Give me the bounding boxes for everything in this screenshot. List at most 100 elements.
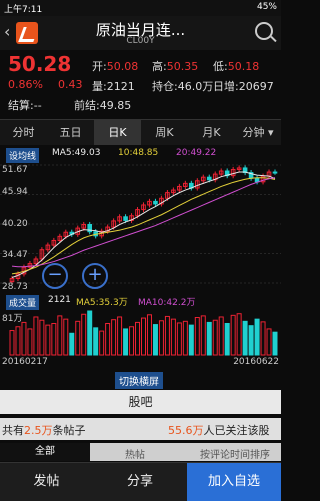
volume-bar [200,315,206,356]
post-filter-bar: 全部 热帖 按评论时间排序 [0,443,281,461]
sort-select[interactable]: 按评论时间排序 [200,446,270,461]
y-tick-label: 28.73 [2,282,28,292]
volume-bar [21,321,27,356]
contract-code: CL00Y [126,36,155,46]
search-icon[interactable] [255,22,273,40]
volume-bar [63,318,69,356]
change-value: 0.43 [58,78,83,91]
volume-bar [176,322,182,356]
volume-bar [141,317,146,356]
volume-bar [152,324,158,356]
volume-bar [170,318,176,356]
volume-bar [254,318,260,356]
volume-quote: 量:2121 [92,80,135,93]
change-percent: 0.86% [8,78,43,91]
zoom-in-button[interactable]: + [82,263,108,289]
hold-quote: 持仓:46.0万 [152,80,214,93]
volume-bar [135,321,141,356]
volume-bar [105,322,111,356]
volume-bar [188,324,194,356]
status-bar: 上午7:11 45% [0,0,281,16]
tab-weekly-k[interactable]: 周K [141,120,188,145]
post-button[interactable]: 发帖 [0,463,93,501]
ma-line-ma10 [11,177,276,275]
volume-bar [93,327,99,356]
volume-bar [212,319,218,356]
tab-five-day[interactable]: 五日 [47,120,94,145]
prev-settle-quote: 前结:49.85 [74,99,132,112]
settle-quote: 结算:-- [8,99,42,112]
forum-stats: 共有2.5万条帖子 55.6万人已关注该股 [0,418,281,440]
y-tick-label: 40.20 [2,219,28,229]
tab-minute[interactable]: 分钟 ▾ [235,120,281,145]
volume-value: 2121 [48,295,71,305]
bottom-action-bar: 发帖 分享 加入自选 [0,462,281,501]
ma20-legend: 20:49.22 [176,148,217,158]
volume-bar [15,326,21,356]
volume-bar [182,320,188,356]
candle [123,216,128,221]
toggle-row: 切换横屏 [0,372,281,389]
volume-bar [9,330,15,356]
volume-bar [194,317,200,356]
high-quote: 高:50.35 [152,60,199,73]
volume-bar [248,325,254,356]
volume-bar [123,328,129,356]
daily-add-quote: 日增:20697 [213,80,274,93]
volume-bar [146,314,152,356]
volume-bar [158,320,164,356]
followers-stat: 55.6万人已关注该股 [168,424,270,437]
tab-timeshare[interactable]: 分时 [0,120,47,145]
volume-bar [87,310,93,356]
tab-daily-k[interactable]: 日K [94,120,141,145]
chevron-down-icon: ▾ [264,126,274,139]
add-watchlist-button[interactable]: 加入自选 [187,463,281,501]
volume-bar [224,322,230,356]
volume-bar [266,328,272,356]
app-header: ‹ 原油当月连... CL00Y [0,16,281,50]
volume-ma10: MA10:42.2万 [138,298,196,308]
end-date: 20160622 [233,357,279,367]
filter-hot-tab[interactable]: 热帖 [125,446,145,461]
volume-bar [69,332,75,356]
low-quote: 低:50.18 [213,60,260,73]
volume-bar [81,313,87,356]
volume-bar [230,314,236,356]
ma10-legend: 10:48.85 [118,148,159,158]
volume-bar [117,316,123,356]
volume-bar [206,321,212,356]
y-tick-label: 45.94 [2,187,28,197]
volume-bar [164,315,170,356]
volume-bar [272,331,278,356]
volume-bar [242,320,248,356]
volume-bar [236,313,242,356]
y-tick-label: 51.67 [2,165,28,175]
y-tick-label: 34.47 [2,250,28,260]
volume-bar [111,319,117,356]
landscape-toggle-button[interactable]: 切换横屏 [115,372,163,389]
filter-all-tab[interactable]: 全部 [0,443,90,461]
candle [254,177,260,183]
volume-badge[interactable]: 成交量 [6,295,40,310]
candle [206,176,212,181]
volume-svg [9,310,278,356]
volume-bar [45,324,51,356]
volume-bar [99,330,105,356]
kline-chart-area[interactable]: 设均线 MA5:49.03 10:48.85 20:49.22 51.67 45… [0,145,281,370]
guba-button[interactable]: 股吧 [0,390,281,414]
kline-svg [0,164,281,285]
open-quote: 开:50.08 [92,60,139,73]
zoom-out-button[interactable]: − [42,263,68,289]
minus-icon: − [47,264,63,285]
volume-bar [51,322,57,356]
ma5-legend: MA5:49.03 [52,148,101,158]
volume-bar [57,315,63,356]
share-button[interactable]: 分享 [93,463,187,501]
volume-ma5: MA5:35.3万 [76,298,128,308]
last-price: 50.28 [8,52,72,76]
volume-bar [260,321,266,356]
plus-icon: + [87,264,103,285]
tab-monthly-k[interactable]: 月K [188,120,235,145]
status-time: 上午7:11 [4,5,43,15]
volume-bar [129,326,135,356]
